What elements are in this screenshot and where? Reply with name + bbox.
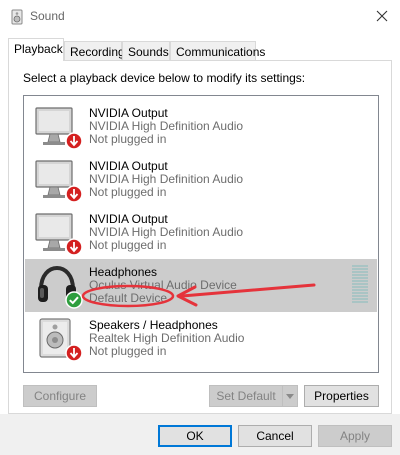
properties-button[interactable]: Properties <box>304 385 379 407</box>
close-icon <box>376 10 388 22</box>
ok-button[interactable]: OK <box>158 425 232 447</box>
unplugged-badge-icon <box>65 238 83 256</box>
device-name: Speakers / Headphones <box>89 318 218 332</box>
device-name: NVIDIA Output <box>89 212 168 226</box>
device-status: Not plugged in <box>89 185 167 199</box>
window-title: Sound <box>30 9 65 23</box>
device-item-nvidia-output-3[interactable]: NVIDIA Output NVIDIA High Definition Aud… <box>25 206 377 259</box>
tab-playback[interactable]: Playback <box>8 38 64 61</box>
device-name: NVIDIA Output <box>89 159 168 173</box>
device-description: Realtek High Definition Audio <box>89 331 245 345</box>
device-status: Default Device <box>89 291 168 305</box>
device-list[interactable]: NVIDIA Output NVIDIA High Definition Aud… <box>23 95 379 373</box>
device-description: NVIDIA High Definition Audio <box>89 119 244 133</box>
device-item-nvidia-output-2[interactable]: NVIDIA Output NVIDIA High Definition Aud… <box>25 153 377 206</box>
device-status: Not plugged in <box>89 238 167 252</box>
set-default-button[interactable]: Set Default <box>209 385 283 407</box>
tab-communications[interactable]: Communications <box>170 41 265 60</box>
set-default-dropdown-button[interactable] <box>282 385 298 407</box>
device-status: Not plugged in <box>89 132 167 146</box>
cancel-button[interactable]: Cancel <box>238 425 312 447</box>
instruction-text: Select a playback device below to modify… <box>23 71 306 85</box>
apply-button[interactable]: Apply <box>318 425 392 447</box>
close-button[interactable] <box>364 0 400 32</box>
dialog-button-bar: OK Cancel Apply <box>0 414 400 455</box>
device-name: NVIDIA Output <box>89 106 168 120</box>
device-item-headphones[interactable]: Headphones Oculus Virtual Audio Device D… <box>25 259 377 312</box>
volume-level-meter <box>352 265 368 303</box>
unplugged-badge-icon <box>65 132 83 150</box>
device-item-speakers-headphones[interactable]: Speakers / Headphones Realtek High Defin… <box>25 312 377 365</box>
chevron-down-icon <box>286 393 294 399</box>
device-item-nvidia-output-1[interactable]: NVIDIA Output NVIDIA High Definition Aud… <box>25 100 377 153</box>
tab-sounds[interactable]: Sounds <box>122 41 170 60</box>
speaker-icon <box>11 9 23 25</box>
unplugged-badge-icon <box>65 185 83 203</box>
default-check-badge-icon <box>65 291 83 309</box>
device-description: NVIDIA High Definition Audio <box>89 172 244 186</box>
device-status: Not plugged in <box>89 344 167 358</box>
device-name: Headphones <box>89 265 158 279</box>
configure-button[interactable]: Configure <box>23 385 97 407</box>
device-description: Oculus Virtual Audio Device <box>89 278 237 292</box>
device-description: NVIDIA High Definition Audio <box>89 225 244 239</box>
unplugged-badge-icon <box>65 344 83 362</box>
title-bar: Sound <box>0 0 400 32</box>
tab-recording[interactable]: Recording <box>64 41 125 60</box>
playback-panel: Select a playback device below to modify… <box>8 60 392 414</box>
